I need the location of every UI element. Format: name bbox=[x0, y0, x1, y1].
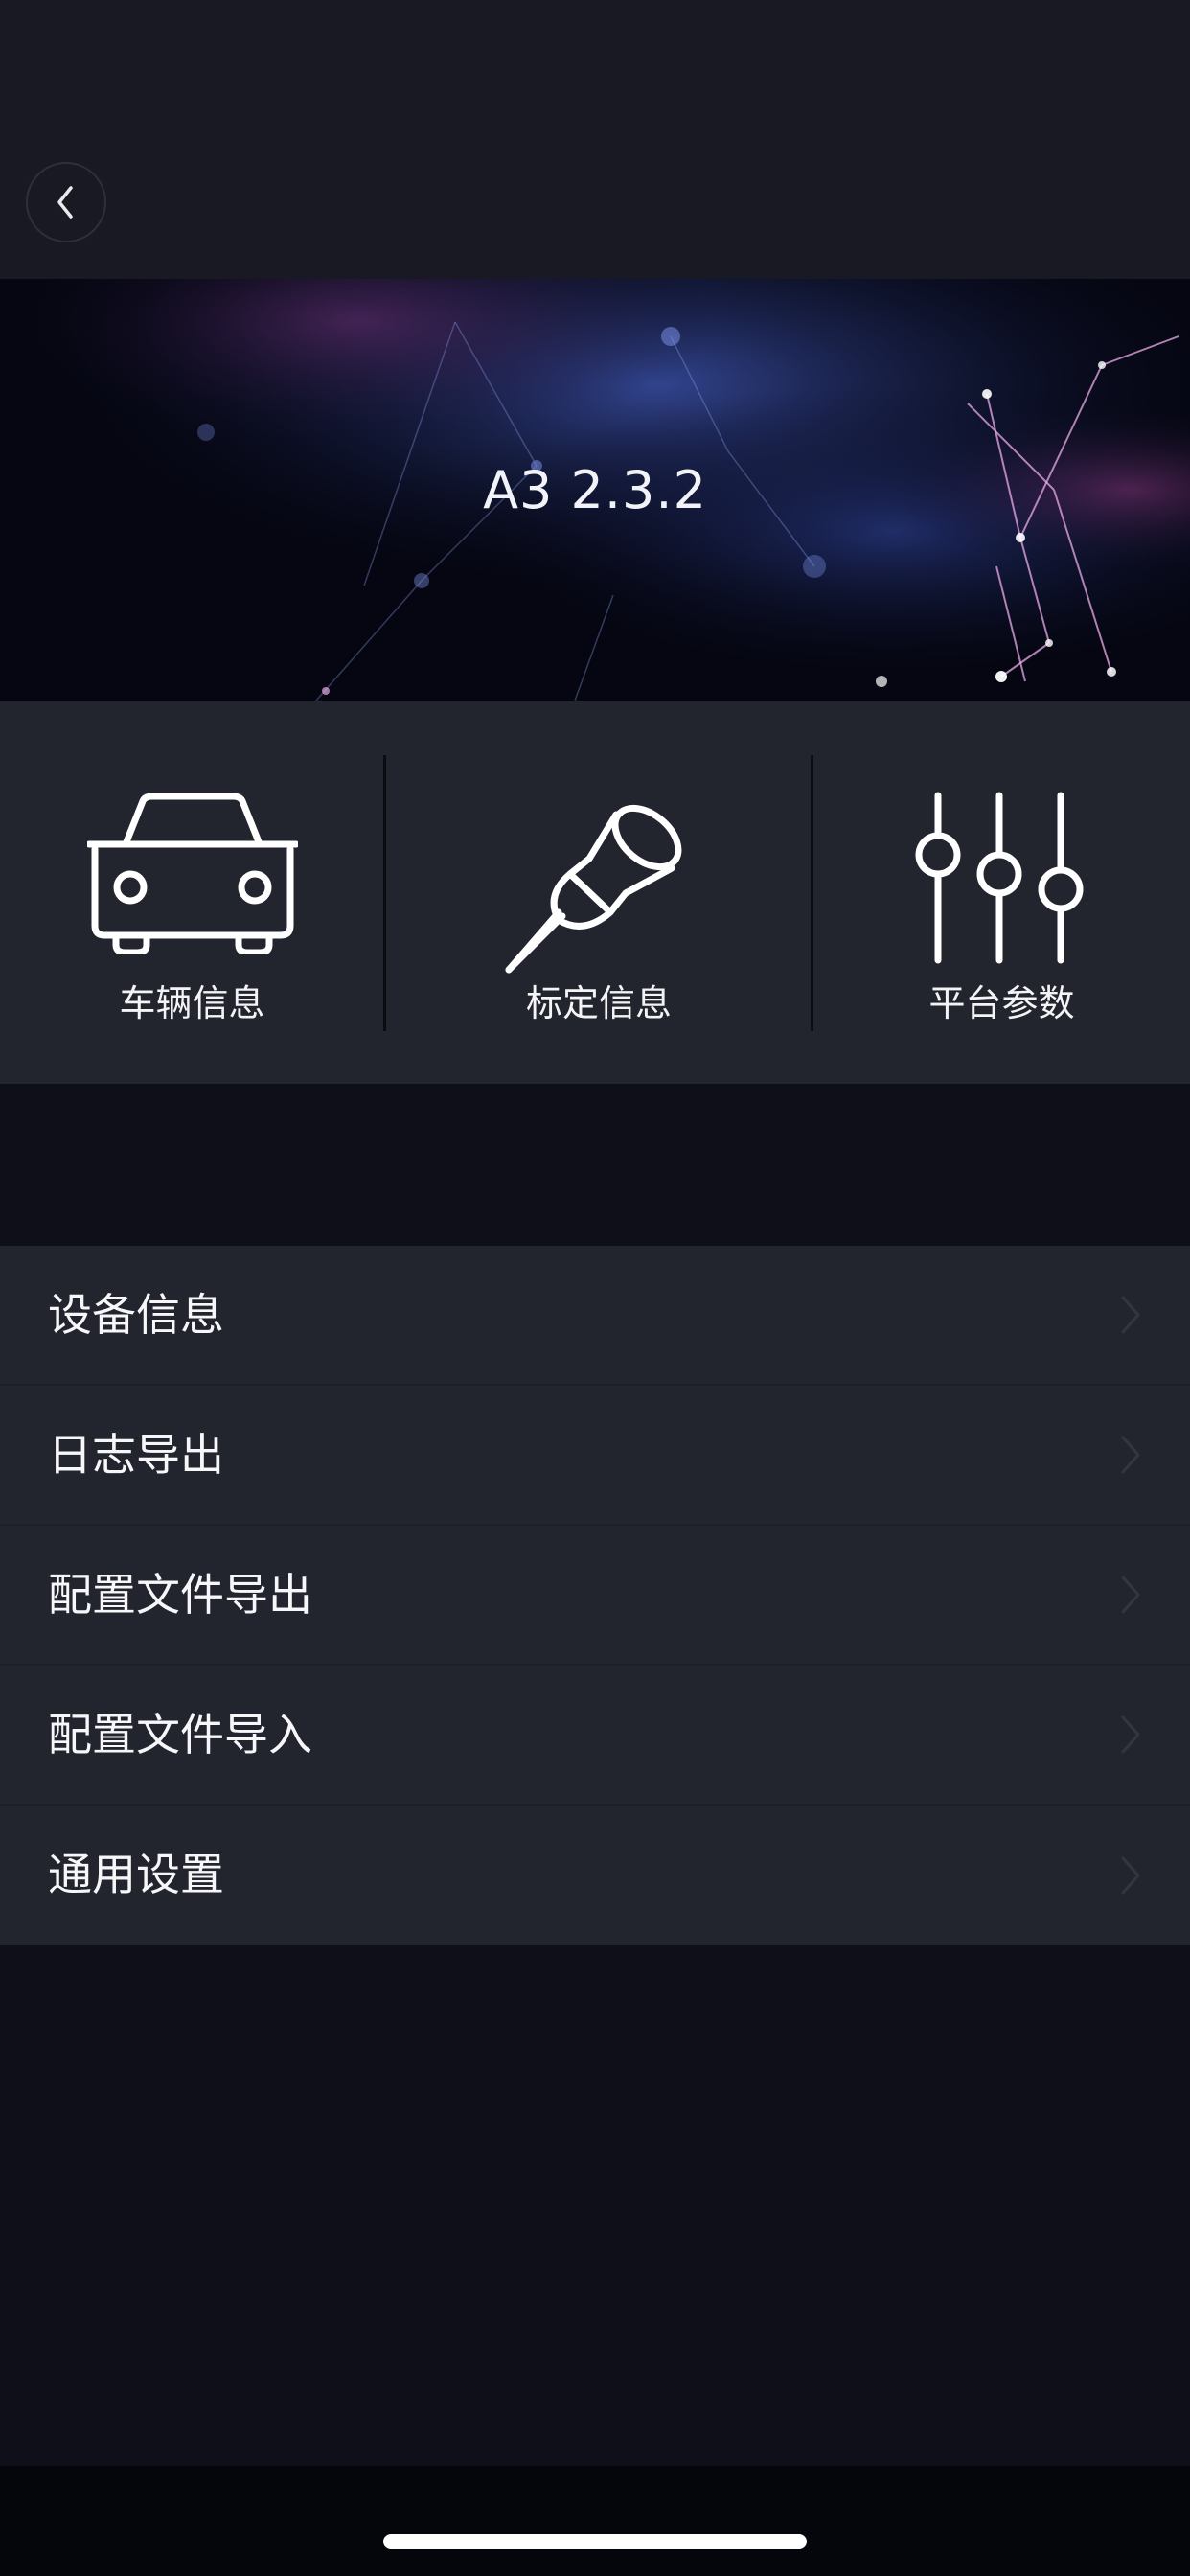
bottom-safe-area bbox=[0, 2466, 1190, 2576]
back-button[interactable] bbox=[26, 162, 106, 242]
menu-item-device-info[interactable]: 设备信息 bbox=[0, 1246, 1190, 1386]
menu-item-config-export[interactable]: 配置文件导出 bbox=[0, 1526, 1190, 1666]
chevron-left-icon bbox=[57, 186, 73, 218]
feature-shortcuts: 车辆信息 标定信息 平台参数 bbox=[0, 701, 1190, 1084]
settings-menu: 设备信息 日志导出 配置文件导出 配置文件导入 通用设置 bbox=[0, 1246, 1190, 1945]
menu-item-general-settings[interactable]: 通用设置 bbox=[0, 1806, 1190, 1945]
chevron-right-icon bbox=[1121, 1296, 1140, 1334]
feature-vehicle-info[interactable]: 车辆信息 bbox=[0, 701, 384, 1084]
feature-label: 车辆信息 bbox=[119, 982, 265, 1024]
chevron-right-icon bbox=[1121, 1576, 1140, 1614]
menu-item-label: 通用设置 bbox=[48, 1849, 224, 1900]
menu-item-log-export[interactable]: 日志导出 bbox=[0, 1386, 1190, 1526]
feature-platform-params[interactable]: 平台参数 bbox=[813, 701, 1190, 1084]
feature-calibration-info[interactable]: 标定信息 bbox=[386, 701, 812, 1084]
top-bar bbox=[0, 0, 1190, 279]
feature-label: 标定信息 bbox=[525, 982, 672, 1024]
menu-item-label: 配置文件导出 bbox=[48, 1569, 312, 1621]
menu-item-label: 设备信息 bbox=[48, 1289, 224, 1341]
car-icon bbox=[86, 793, 298, 954]
menu-item-label: 日志导出 bbox=[48, 1429, 224, 1481]
menu-item-label: 配置文件导入 bbox=[48, 1709, 312, 1760]
chevron-right-icon bbox=[1121, 1715, 1140, 1754]
menu-item-config-import[interactable]: 配置文件导入 bbox=[0, 1666, 1190, 1806]
home-indicator[interactable] bbox=[383, 2534, 807, 2549]
settings-screen: A3 2.3.2 车辆信息 标定信息 平台参数 设备信息 日志导出 配置文件导出… bbox=[0, 0, 1190, 2576]
version-title: A3 2.3.2 bbox=[483, 459, 707, 520]
chevron-right-icon bbox=[1121, 1856, 1140, 1895]
sliders-icon bbox=[915, 792, 1083, 964]
version-banner: A3 2.3.2 bbox=[0, 279, 1190, 701]
feature-label: 平台参数 bbox=[928, 982, 1075, 1024]
chevron-right-icon bbox=[1121, 1436, 1140, 1474]
pushpin-icon bbox=[505, 804, 682, 974]
